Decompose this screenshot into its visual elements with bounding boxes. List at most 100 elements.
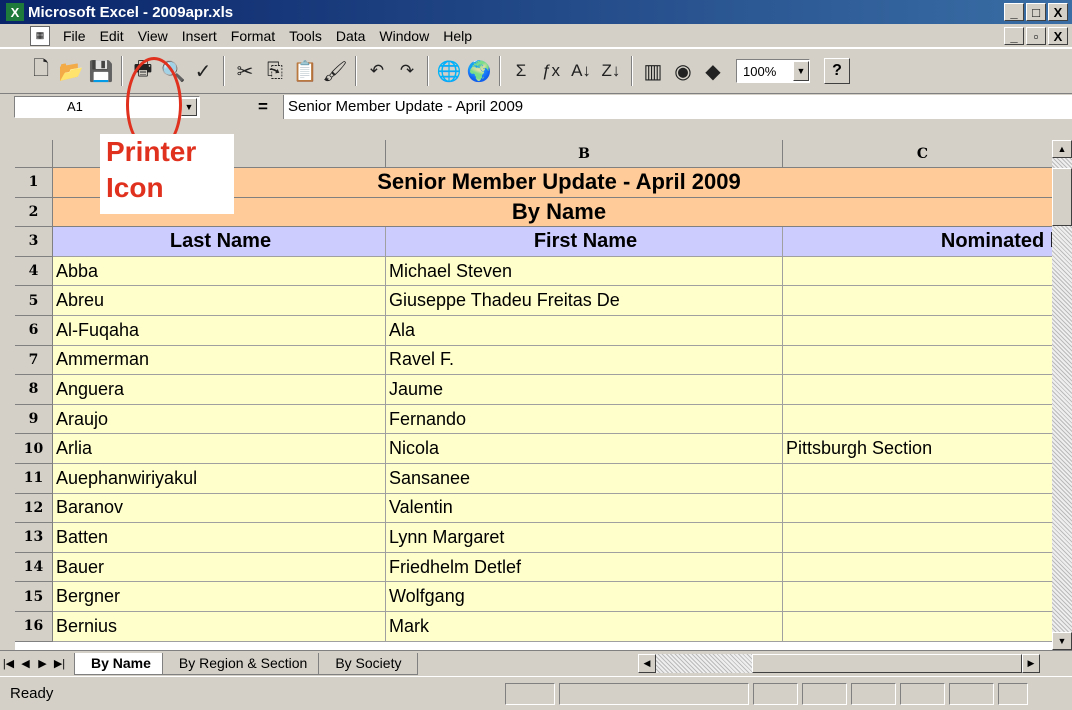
horizontal-scrollbar[interactable]: ◀ ▶ [638, 654, 1040, 673]
next-sheet-icon[interactable]: ▶ [34, 654, 51, 674]
sheet-tab-by-region[interactable]: By Region & Section [161, 652, 325, 675]
row-header[interactable]: 14 [15, 552, 53, 583]
excel-app-icon[interactable]: X [6, 3, 24, 21]
cell-nominated-by[interactable] [783, 316, 1052, 346]
row-header[interactable]: 1 [15, 168, 53, 198]
sort-descending-icon[interactable]: Z↓ [596, 56, 626, 86]
cell-nominated-by[interactable] [783, 375, 1052, 405]
row-header[interactable]: 16 [15, 612, 53, 642]
new-icon[interactable]: 🗋 [26, 56, 56, 86]
cell-first-name[interactable]: Lynn Margaret [386, 523, 783, 553]
row-header[interactable]: 3 [15, 227, 53, 257]
row-header[interactable]: 11 [15, 464, 53, 494]
row-header[interactable]: 5 [15, 286, 53, 316]
column-header-c[interactable]: C [783, 140, 1052, 168]
cell-first-name[interactable]: Nicola [386, 434, 783, 464]
cell-first-name[interactable]: Ravel F. [386, 345, 783, 376]
zoom-select[interactable]: 100% ▼ [736, 59, 810, 83]
menu-window[interactable]: Window [372, 28, 436, 44]
row-header[interactable]: 7 [15, 345, 53, 376]
cell-nominated-by[interactable] [783, 256, 1052, 287]
spelling-icon[interactable]: ✓ [188, 56, 218, 86]
cell-nominated-by[interactable] [783, 552, 1052, 583]
paste-icon[interactable]: 📋 [290, 56, 320, 86]
maximize-button[interactable]: □ [1026, 3, 1046, 21]
cell-first-name[interactable]: Michael Steven [386, 256, 783, 287]
header-cell-nominated-by[interactable]: Nominated b [783, 227, 1052, 257]
column-header-b[interactable]: B [386, 140, 783, 168]
scroll-up-icon[interactable]: ▲ [1052, 140, 1072, 158]
cell-last-name[interactable]: Abreu [53, 286, 386, 316]
function-icon[interactable]: ƒx [536, 56, 566, 86]
cell-first-name[interactable]: Mark [386, 612, 783, 642]
cell-last-name[interactable]: Ammerman [53, 345, 386, 376]
menu-help[interactable]: Help [436, 28, 479, 44]
vertical-scroll-thumb[interactable] [1052, 168, 1072, 226]
sheet-tab-by-society[interactable]: By Society [318, 652, 419, 675]
sort-ascending-icon[interactable]: A↓ [566, 56, 596, 86]
help-icon[interactable]: ? [824, 58, 850, 84]
cell-first-name[interactable]: Fernando [386, 404, 783, 435]
header-cell-last-name[interactable]: Last Name [53, 227, 386, 257]
menu-tools[interactable]: Tools [282, 28, 329, 44]
minimize-button[interactable]: _ [1004, 3, 1024, 21]
cell-first-name[interactable]: Jaume [386, 375, 783, 405]
cell-last-name[interactable]: Al-Fuqaha [53, 316, 386, 346]
cell-first-name[interactable]: Giuseppe Thadeu Freitas De [386, 286, 783, 316]
cell-last-name[interactable]: Anguera [53, 375, 386, 405]
cell-nominated-by[interactable] [783, 286, 1052, 316]
menu-edit[interactable]: Edit [93, 28, 131, 44]
row-header[interactable]: 9 [15, 404, 53, 435]
chevron-down-icon[interactable]: ▼ [793, 61, 809, 81]
chart-wizard-icon[interactable]: ▥ [638, 56, 668, 86]
select-all-corner[interactable] [15, 140, 53, 168]
row-header[interactable]: 15 [15, 582, 53, 612]
horizontal-scroll-thumb[interactable] [752, 654, 1022, 673]
close-button[interactable]: X [1048, 3, 1068, 21]
scroll-left-icon[interactable]: ◀ [638, 654, 656, 673]
menu-insert[interactable]: Insert [175, 28, 224, 44]
row-header[interactable]: 8 [15, 375, 53, 405]
row-header[interactable]: 12 [15, 493, 53, 524]
scroll-down-icon[interactable]: ▼ [1052, 632, 1072, 650]
cell-nominated-by[interactable]: Pittsburgh Section [783, 434, 1052, 464]
cell-last-name[interactable]: Bergner [53, 582, 386, 612]
map-icon[interactable]: ◉ [668, 56, 698, 86]
menu-format[interactable]: Format [224, 28, 282, 44]
formula-input[interactable]: Senior Member Update - April 2009 [283, 95, 1072, 119]
cell-nominated-by[interactable] [783, 523, 1052, 553]
row-header[interactable]: 6 [15, 316, 53, 346]
cell-nominated-by[interactable] [783, 464, 1052, 494]
formula-equals[interactable]: = [258, 94, 268, 120]
row-header[interactable]: 13 [15, 523, 53, 553]
row-header[interactable]: 2 [15, 197, 53, 228]
cell-nominated-by[interactable] [783, 582, 1052, 612]
vertical-scrollbar[interactable]: ▲ ▼ [1052, 140, 1072, 650]
cell-nominated-by[interactable] [783, 345, 1052, 376]
document-icon[interactable]: ▦ [30, 25, 50, 46]
autosum-icon[interactable]: Σ [506, 56, 536, 86]
last-sheet-icon[interactable]: ▶| [51, 654, 68, 674]
menu-view[interactable]: View [131, 28, 175, 44]
cell-nominated-by[interactable] [783, 493, 1052, 524]
cell-last-name[interactable]: Bernius [53, 612, 386, 642]
cell-last-name[interactable]: Abba [53, 256, 386, 287]
cell-last-name[interactable]: Araujo [53, 404, 386, 435]
chevron-down-icon[interactable]: ▼ [181, 98, 197, 116]
cell-last-name[interactable]: Baranov [53, 493, 386, 524]
cell-first-name[interactable]: Ala [386, 316, 783, 346]
cell-first-name[interactable]: Wolfgang [386, 582, 783, 612]
copy-icon[interactable]: ⎘ [260, 56, 290, 86]
row-header[interactable]: 10 [15, 434, 53, 464]
cut-icon[interactable]: ✂ [230, 56, 260, 86]
header-cell-first-name[interactable]: First Name [386, 227, 783, 257]
cell-last-name[interactable]: Batten [53, 523, 386, 553]
cell-last-name[interactable]: Arlia [53, 434, 386, 464]
cell-last-name[interactable]: Auephanwiriyakul [53, 464, 386, 494]
cell-nominated-by[interactable] [783, 404, 1052, 435]
row-header[interactable]: 4 [15, 256, 53, 287]
scroll-right-icon[interactable]: ▶ [1022, 654, 1040, 673]
open-icon[interactable]: 📂 [56, 56, 86, 86]
menu-file[interactable]: File [56, 28, 93, 44]
menu-data[interactable]: Data [329, 28, 373, 44]
